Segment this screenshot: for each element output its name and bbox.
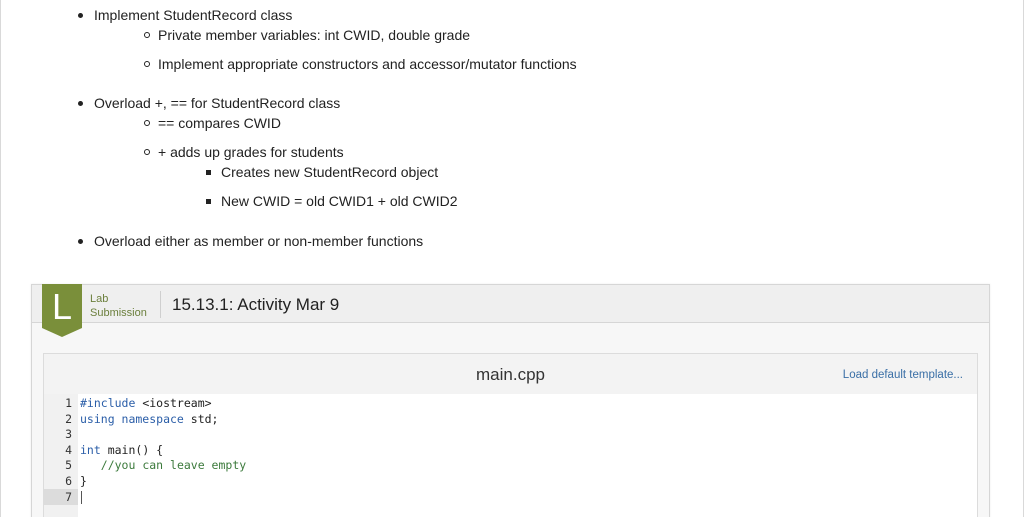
file-name: main.cpp — [476, 365, 545, 384]
list-item: + adds up grades for students — [144, 143, 344, 161]
line-number: 7 — [65, 489, 72, 504]
code-comment: //you can leave empty — [100, 458, 247, 473]
line-number: 1 — [65, 396, 72, 410]
code-line: } — [80, 474, 87, 488]
code-keyword: #include — [80, 396, 136, 410]
list-item-text: Overload either as member or non-member … — [94, 233, 424, 249]
code-text: <iostream> — [135, 396, 212, 410]
bullet-disc-icon — [78, 13, 83, 18]
bullet-square-icon — [206, 170, 211, 175]
list-item-text: Creates new StudentRecord object — [221, 164, 439, 180]
line-number-gutter: 1 2 3 4 5 6 7 — [44, 394, 78, 517]
list-item-text: + adds up grades for students — [158, 144, 344, 160]
code-line: int main() { — [80, 443, 163, 459]
list-item: Private member variables: int CWID, doub… — [144, 26, 471, 44]
bullet-disc-icon — [78, 101, 83, 106]
bullet-disc-icon — [78, 239, 83, 244]
code-line: using namespace std; — [80, 412, 218, 428]
load-default-template-link[interactable]: Load default template... — [843, 369, 963, 381]
line-number: 2 — [65, 411, 72, 426]
list-item: Overload either as member or non-member … — [78, 232, 424, 250]
code-text: std; — [183, 411, 219, 426]
bullet-circle-icon — [144, 120, 150, 126]
bullet-square-icon — [206, 199, 211, 204]
header-divider — [160, 291, 161, 318]
list-item-text: Implement appropriate constructors and a… — [158, 56, 577, 72]
code-editor-panel: main.cpp Load default template... 1 2 3 … — [43, 353, 978, 517]
bullet-circle-icon — [144, 61, 150, 67]
list-item: == compares CWID — [144, 114, 281, 132]
lab-header: L Lab Submission 15.13.1: Activity Mar 9 — [32, 284, 989, 337]
list-item-text: New CWID = old CWID1 + old CWID2 — [221, 193, 458, 209]
lab-type-line: Lab — [90, 293, 109, 305]
code-keyword: int — [80, 442, 101, 457]
bullet-circle-icon — [144, 32, 150, 38]
line-number: 6 — [65, 474, 72, 488]
code-editor[interactable]: 1 2 3 4 5 6 7 #include <iostream> using … — [44, 394, 977, 517]
code-text: main() { — [100, 442, 164, 457]
list-item: Implement appropriate constructors and a… — [144, 55, 577, 73]
lab-type-line: Submission — [90, 307, 147, 319]
list-item-text: Overload +, == for StudentRecord class — [94, 95, 341, 111]
lab-title: 15.13.1: Activity Mar 9 — [172, 295, 340, 314]
list-item-text: Private member variables: int CWID, doub… — [158, 27, 471, 43]
list-item: New CWID = old CWID1 + old CWID2 — [206, 192, 458, 210]
text-cursor — [81, 491, 82, 504]
lab-type-label: Lab Submission — [90, 292, 147, 320]
line-number: 5 — [65, 458, 72, 473]
code-line: #include <iostream> — [80, 396, 212, 412]
lab-badge-icon: L — [42, 284, 82, 337]
list-item: Creates new StudentRecord object — [206, 163, 439, 181]
list-item: Implement StudentRecord class — [78, 6, 293, 24]
code-line: //you can leave empty — [80, 458, 246, 474]
list-item-text: == compares CWID — [158, 115, 281, 131]
line-number: 3 — [65, 427, 72, 442]
lab-submission-card: L Lab Submission 15.13.1: Activity Mar 9… — [31, 284, 990, 517]
bullet-circle-icon — [144, 149, 150, 155]
svg-text:L: L — [52, 286, 72, 327]
list-item: Overload +, == for StudentRecord class — [78, 94, 341, 112]
list-item-text: Implement StudentRecord class — [94, 7, 293, 23]
code-keyword: using namespace — [80, 411, 184, 426]
line-number: 4 — [65, 442, 72, 457]
